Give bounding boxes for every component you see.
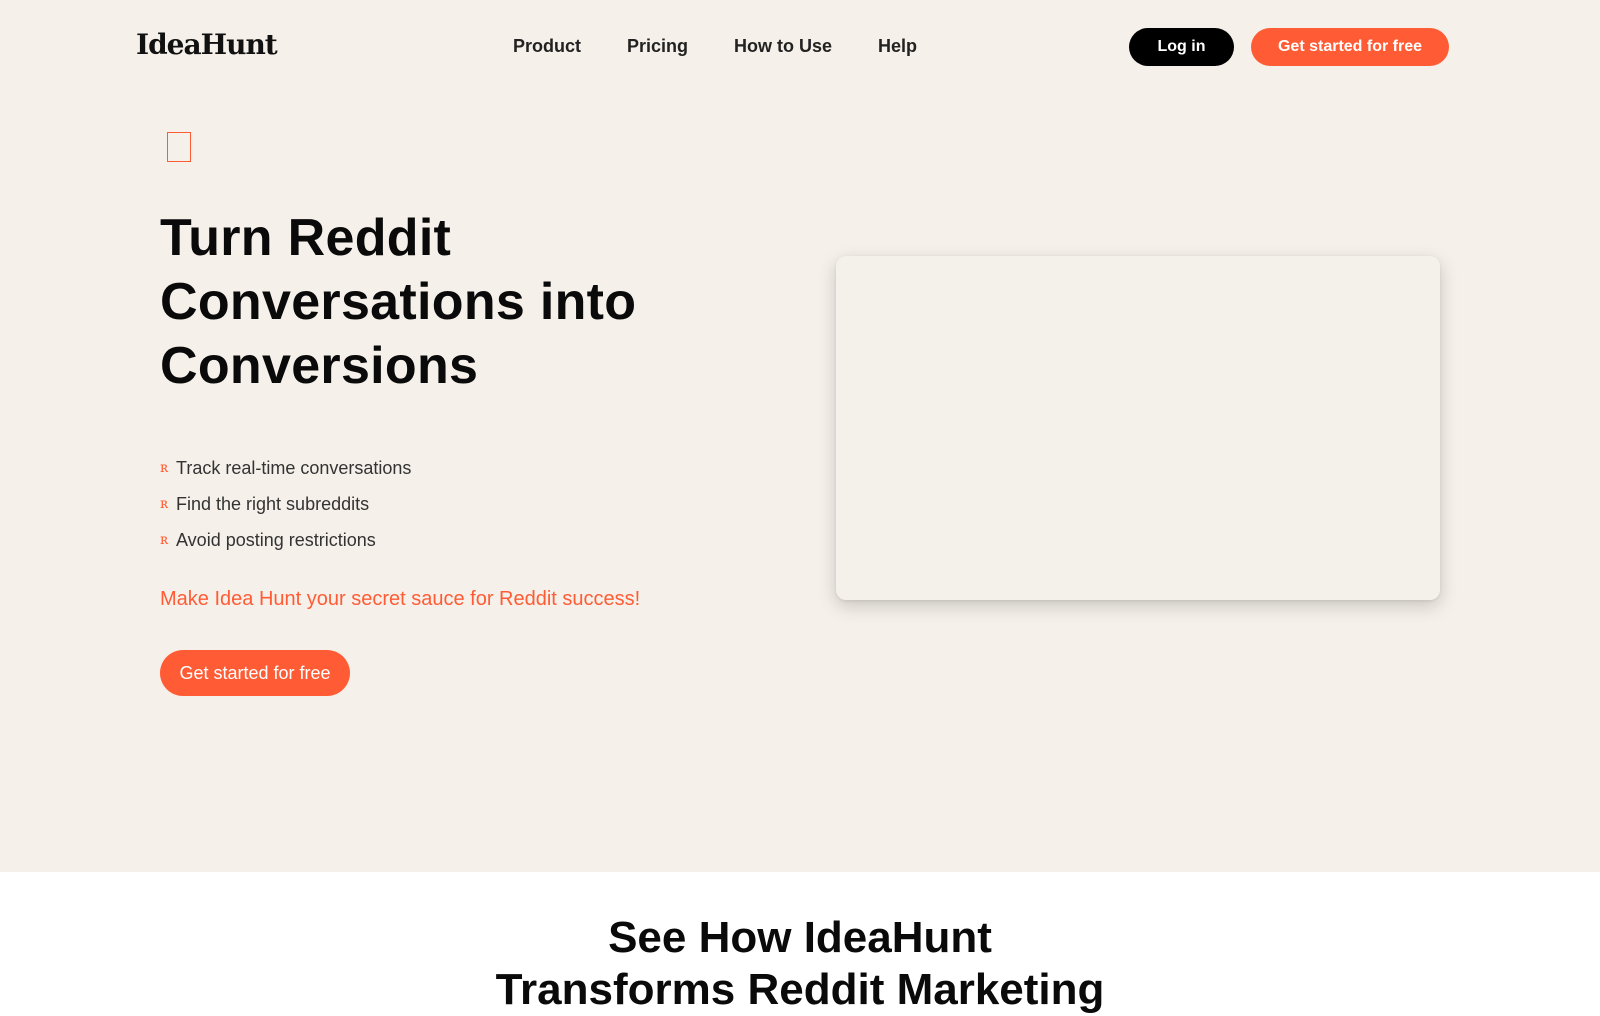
- hero-media-card: [836, 256, 1440, 600]
- feature-item: ʀ Find the right subreddits: [160, 486, 411, 522]
- nav-link-pricing[interactable]: Pricing: [627, 36, 688, 57]
- top-navigation: IdeaHunt Product Pricing How to Use Help…: [0, 0, 1600, 94]
- feature-text: Track real-time conversations: [176, 457, 412, 478]
- feature-text: Avoid posting restrictions: [176, 529, 376, 550]
- reddit-icon: ʀ: [160, 460, 169, 476]
- feature-text: Find the right subreddits: [176, 493, 370, 514]
- feature-list: ʀ Track real-time conversations ʀ Find t…: [160, 450, 411, 558]
- nav-link-how-to-use[interactable]: How to Use: [734, 36, 832, 57]
- section-heading: See How IdeaHunt Transforms Reddit Marke…: [0, 912, 1600, 1016]
- logo[interactable]: IdeaHunt: [136, 28, 278, 61]
- hero-title: Turn Reddit Conversations into Conversio…: [160, 209, 637, 395]
- get-started-button-header[interactable]: Get started for free: [1251, 28, 1449, 66]
- hero-section: IdeaHunt Product Pricing How to Use Help…: [0, 0, 1600, 872]
- reddit-icon: ʀ: [160, 496, 169, 512]
- hero-tagline: Make Idea Hunt your secret sauce for Red…: [160, 588, 641, 610]
- feature-item: ʀ Avoid posting restrictions: [160, 522, 411, 558]
- nav-link-help[interactable]: Help: [878, 36, 917, 57]
- nav-links: Product Pricing How to Use Help: [513, 36, 917, 57]
- login-button[interactable]: Log in: [1129, 28, 1234, 66]
- hero-image-placeholder: [167, 132, 191, 162]
- feature-item: ʀ Track real-time conversations: [160, 450, 411, 486]
- section-heading-line: See How IdeaHunt: [608, 913, 992, 962]
- get-started-button-hero[interactable]: Get started for free: [160, 650, 350, 696]
- reddit-icon: ʀ: [160, 532, 169, 548]
- section-heading-line: Transforms Reddit Marketing: [495, 965, 1105, 1014]
- nav-link-product[interactable]: Product: [513, 36, 581, 57]
